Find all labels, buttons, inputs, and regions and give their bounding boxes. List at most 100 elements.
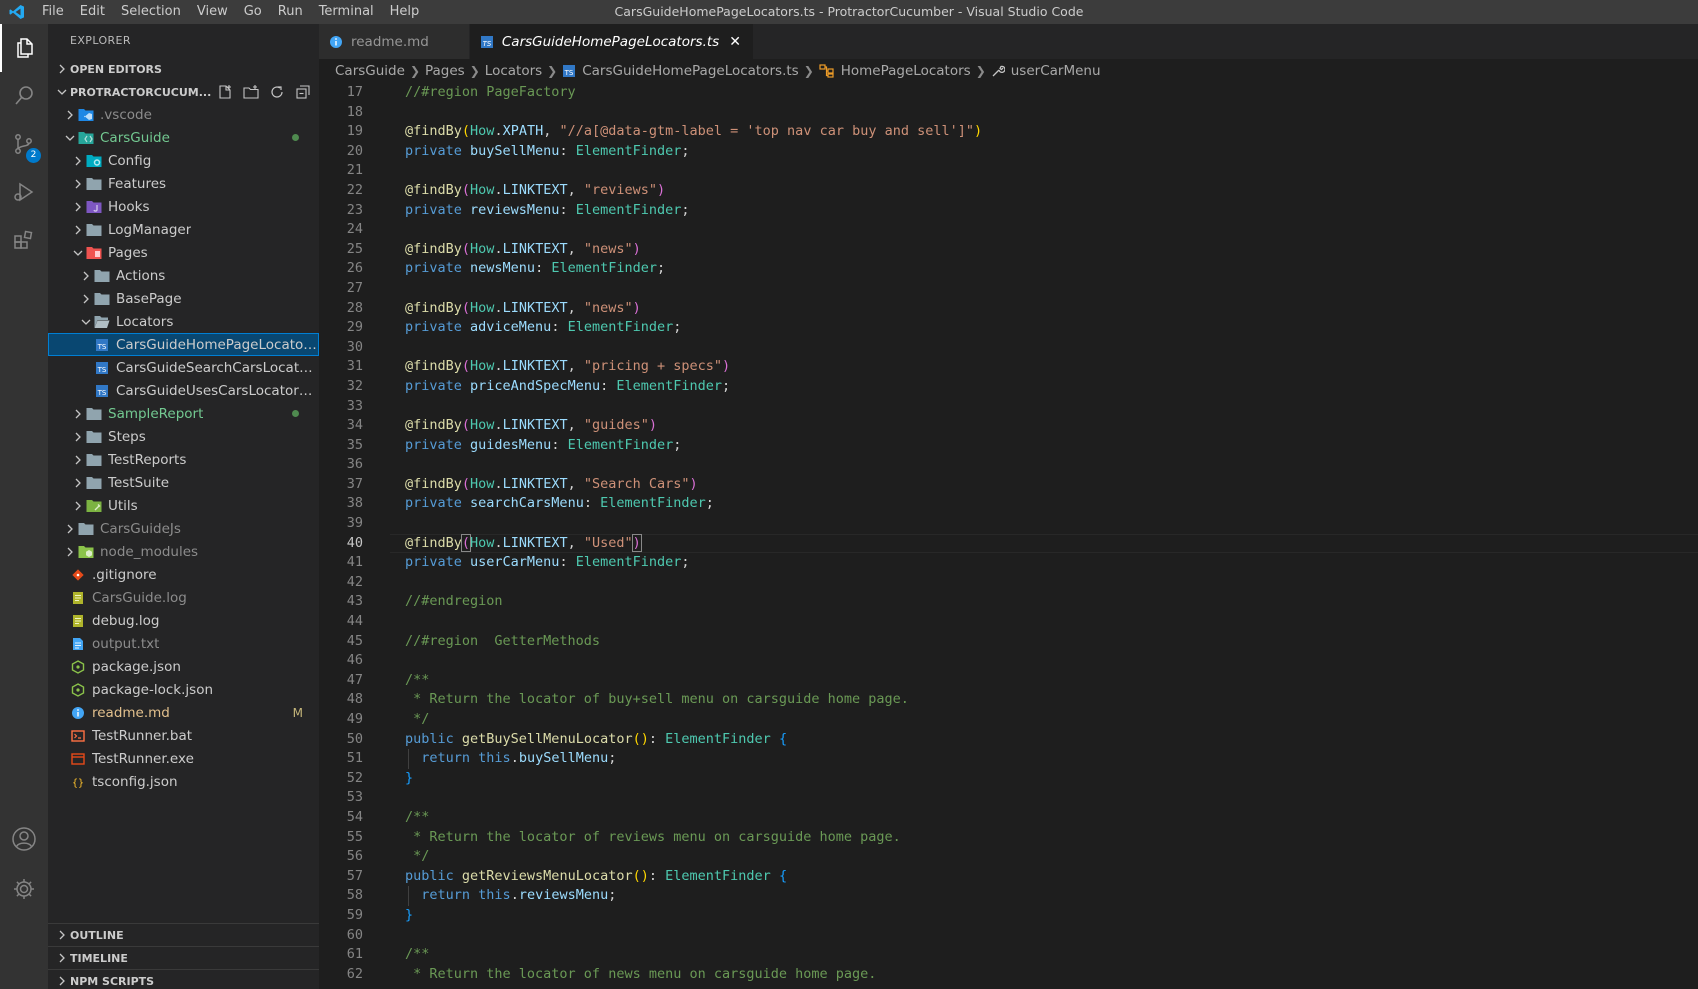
chevron-right-icon[interactable]: [62, 521, 78, 537]
tree-item-label: .vscode: [100, 106, 152, 123]
tree-item[interactable]: Hooks: [48, 195, 319, 218]
code-token: //#region GetterMethods: [405, 632, 601, 649]
tree-item[interactable]: TestRunner.bat: [48, 724, 319, 747]
tree-item[interactable]: .gitignore: [48, 563, 319, 586]
menu-view[interactable]: View: [189, 0, 236, 24]
tree-item[interactable]: LogManager: [48, 218, 319, 241]
menu-go[interactable]: Go: [236, 0, 270, 24]
tree-item[interactable]: {} tsconfig.json: [48, 770, 319, 793]
tree-item[interactable]: TestRunner.exe: [48, 747, 319, 770]
collapse-all-icon[interactable]: [295, 84, 311, 103]
tree-item[interactable]: CarsGuideJs: [48, 517, 319, 540]
menu-selection[interactable]: Selection: [113, 0, 189, 24]
code-token: How: [470, 475, 495, 492]
extensions-icon[interactable]: [0, 216, 48, 264]
tab-carsguidehomepagelocators-ts[interactable]: TS CarsGuideHomePageLocators.ts ✕: [469, 24, 754, 59]
line-number: 48: [346, 691, 363, 708]
code-token: @findBy: [405, 417, 462, 434]
tree-item[interactable]: CarsGuide.log: [48, 586, 319, 609]
code-editor[interactable]: 17//#region PageFactory 18 19 @findBy(How.X…: [319, 83, 1698, 989]
project-section[interactable]: PROTRACTORCUCUM...: [48, 81, 319, 103]
account-icon[interactable]: [0, 815, 48, 863]
breadcrumb-class[interactable]: HomePageLocators: [841, 63, 971, 79]
new-folder-icon[interactable]: [243, 84, 259, 103]
tree-item[interactable]: TS CarsGuideHomePageLocator...: [48, 333, 319, 356]
tree-item[interactable]: TS CarsGuideSearchCarsLocator...: [48, 356, 319, 379]
breadcrumb-member[interactable]: userCarMenu: [1011, 63, 1101, 79]
tree-item[interactable]: TS CarsGuideUsesCarsLocators.ts: [48, 379, 319, 402]
line-number: 27: [346, 279, 363, 296]
tree-item[interactable]: Pages: [48, 241, 319, 264]
close-icon[interactable]: ✕: [729, 34, 741, 50]
breadcrumb-file[interactable]: CarsGuideHomePageLocators.ts: [582, 63, 798, 79]
tree-item[interactable]: debug.log: [48, 609, 319, 632]
new-file-icon[interactable]: [217, 84, 233, 103]
tree-item[interactable]: BasePage: [48, 287, 319, 310]
search-icon[interactable]: [0, 72, 48, 120]
settings-gear-icon[interactable]: [0, 865, 48, 913]
chevron-right-icon[interactable]: [70, 498, 86, 514]
tree-item[interactable]: node_modules: [48, 540, 319, 563]
tree-item[interactable]: Features: [48, 172, 319, 195]
tree-item[interactable]: Steps: [48, 425, 319, 448]
explorer-icon[interactable]: [0, 24, 48, 72]
tree-item[interactable]: Utils: [48, 494, 319, 517]
chevron-down-icon[interactable]: [62, 130, 78, 146]
tree-item[interactable]: SampleReport: [48, 402, 319, 425]
breadcrumb-part[interactable]: CarsGuide: [335, 63, 405, 79]
tree-item[interactable]: Locators: [48, 310, 319, 333]
tree-item[interactable]: TestSuite: [48, 471, 319, 494]
code-token: (): [632, 730, 649, 747]
code-token: public: [405, 867, 462, 884]
chevron-right-icon[interactable]: [62, 544, 78, 560]
refresh-icon[interactable]: [269, 84, 285, 103]
chevron-right-icon[interactable]: [70, 176, 86, 192]
tree-item-label: LogManager: [108, 221, 192, 238]
run-debug-icon[interactable]: [0, 168, 48, 216]
code-token: ): [631, 533, 642, 552]
code-token: How: [470, 181, 495, 198]
breadcrumb-part[interactable]: Pages: [425, 63, 465, 79]
tree-item[interactable]: output.txt: [48, 632, 319, 655]
npm-scripts-section[interactable]: NPM SCRIPTS: [48, 969, 319, 989]
chevron-right-icon[interactable]: [70, 406, 86, 422]
timeline-section[interactable]: TIMELINE: [48, 946, 319, 969]
tree-item[interactable]: package-lock.json: [48, 678, 319, 701]
source-control-icon[interactable]: 2: [0, 120, 48, 168]
breadcrumb-part[interactable]: Locators: [485, 63, 542, 79]
vscode-logo-icon: [0, 0, 34, 24]
chevron-right-icon[interactable]: [70, 475, 86, 491]
code-token: ;: [657, 260, 666, 277]
tree-item[interactable]: Actions: [48, 264, 319, 287]
code-text: //#endregion: [405, 592, 503, 612]
chevron-down-icon[interactable]: [70, 245, 86, 261]
menu-terminal[interactable]: Terminal: [311, 0, 382, 24]
code-token: :: [559, 201, 576, 218]
chevron-right-icon[interactable]: [70, 452, 86, 468]
tree-item[interactable]: CarsGuide: [48, 126, 319, 149]
tree-item[interactable]: Config: [48, 149, 319, 172]
chevron-right-icon[interactable]: [70, 153, 86, 169]
chevron-down-icon[interactable]: [78, 314, 94, 330]
tree-item[interactable]: TestReports: [48, 448, 319, 471]
chevron-right-icon[interactable]: [70, 429, 86, 445]
menu-help[interactable]: Help: [382, 0, 428, 24]
code-token: "guides": [583, 417, 649, 434]
menu-file[interactable]: File: [34, 0, 72, 24]
chevron-right-icon[interactable]: [78, 291, 94, 307]
menu-edit[interactable]: Edit: [72, 0, 113, 24]
chevron-right-icon[interactable]: [78, 268, 94, 284]
menu-run[interactable]: Run: [270, 0, 311, 24]
outline-section[interactable]: OUTLINE: [48, 923, 319, 946]
tab-readme-md[interactable]: readme.md: [319, 24, 470, 59]
tree-item[interactable]: readme.md M: [48, 701, 319, 724]
chevron-right-icon[interactable]: [62, 107, 78, 123]
tree-item[interactable]: .vscode: [48, 103, 319, 126]
tree-item[interactable]: package.json: [48, 655, 319, 678]
chevron-right-icon[interactable]: [70, 222, 86, 238]
open-editors-label: OPEN EDITORS: [70, 62, 162, 76]
line-number: 32: [346, 377, 363, 394]
code-token: userCarMenu: [470, 554, 560, 571]
chevron-right-icon[interactable]: [70, 199, 86, 215]
open-editors-section[interactable]: OPEN EDITORS: [48, 58, 319, 80]
